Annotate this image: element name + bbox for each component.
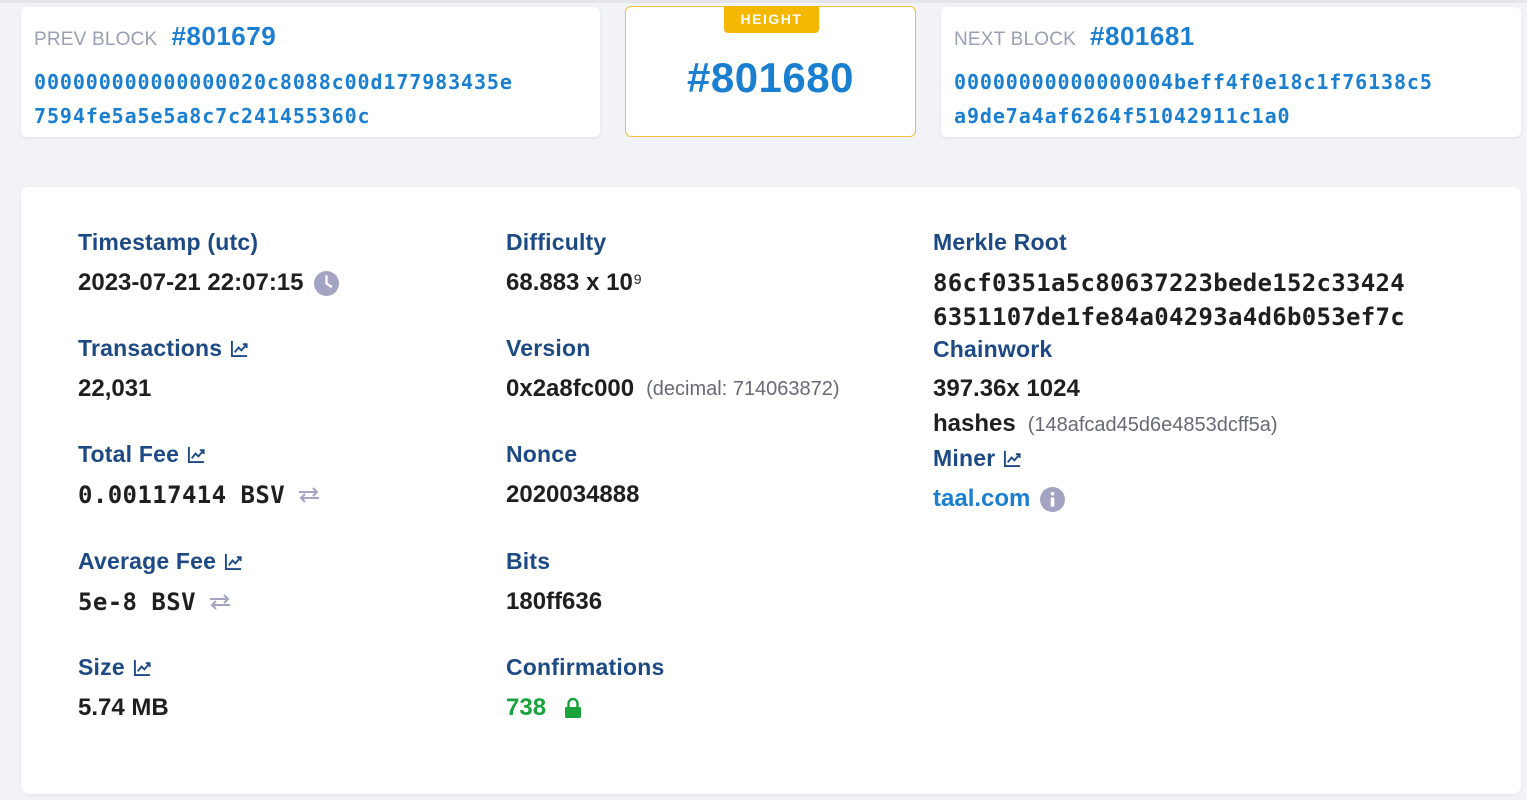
nonce-value: 2020034888	[506, 481, 640, 508]
chart-icon[interactable]	[187, 445, 206, 464]
transactions-field: Transactions 22,031	[78, 334, 249, 404]
difficulty-value: 68.883 x 10	[506, 269, 633, 296]
swap-icon[interactable]	[208, 593, 232, 611]
transactions-value: 22,031	[78, 375, 152, 402]
size-field: Size 5.74 MB	[78, 653, 169, 723]
transactions-label: Transactions	[78, 334, 223, 361]
nonce-field: Nonce 2020034888	[506, 440, 639, 510]
average-fee-value: 5e-8	[78, 588, 138, 616]
next-block-tag: NEXT BLOCK	[954, 29, 1077, 50]
total-fee-field: Total Fee 0.00117414 BSV	[78, 440, 321, 510]
bits-label: Bits	[506, 547, 551, 574]
total-fee-unit: BSV	[240, 481, 286, 509]
average-fee-label: Average Fee	[78, 547, 217, 574]
chainwork-unit: hashes	[933, 410, 1016, 437]
block-details-card: Timestamp (utc) 2023-07-21 22:07:15 Tran…	[21, 187, 1521, 794]
merkle-root-line1: 86cf0351a5c80637223bede152c33424	[933, 269, 1405, 297]
prev-block-hash-link[interactable]: 000000000000000020c8088c00d177983435e 75…	[34, 65, 594, 133]
average-fee-unit: BSV	[151, 588, 196, 616]
prev-block-hash-line2: 7594fe5a5e5a8c7c241455360c	[34, 104, 371, 128]
chart-icon[interactable]	[133, 658, 152, 677]
chart-icon[interactable]	[224, 552, 243, 571]
lock-icon	[565, 697, 582, 718]
clock-icon[interactable]	[313, 270, 339, 296]
prev-block-card[interactable]: PREV BLOCK #801679 000000000000000020c80…	[21, 7, 600, 137]
swap-icon[interactable]	[297, 486, 321, 504]
version-value: 0x2a8fc000	[506, 375, 635, 402]
total-fee-label: Total Fee	[78, 440, 180, 467]
version-decimal: (decimal: 714063872)	[646, 377, 840, 400]
nonce-label: Nonce	[506, 440, 578, 467]
chainwork-hex: (148afcad45d6e4853dcff5a)	[1027, 414, 1278, 436]
info-icon[interactable]	[1040, 486, 1066, 512]
next-block-number-link[interactable]: #801681	[1090, 21, 1195, 52]
bits-field: Bits 180ff636	[506, 547, 602, 617]
confirmations-field: Confirmations 738	[506, 653, 665, 723]
chart-icon[interactable]	[1003, 449, 1022, 468]
timestamp-label: Timestamp (utc)	[78, 228, 259, 255]
bits-value: 180ff636	[506, 588, 603, 615]
merkle-root-line2: 6351107de1fe84a04293a4d6b053ef7c	[933, 303, 1405, 331]
current-block-number: #801680	[686, 54, 854, 101]
top-divider	[0, 0, 1527, 3]
average-fee-field: Average Fee 5e-8 BSV	[78, 547, 243, 617]
version-label: Version	[506, 334, 591, 361]
merkle-root-label: Merkle Root	[933, 228, 1067, 255]
prev-block-number-link[interactable]: #801679	[171, 21, 276, 52]
chart-icon[interactable]	[230, 339, 249, 358]
next-block-card[interactable]: NEXT BLOCK #801681 00000000000000004beff…	[941, 7, 1521, 137]
difficulty-field: Difficulty 68.883 x 10 9	[506, 228, 642, 298]
miner-link[interactable]: taal.com	[933, 485, 1030, 513]
prev-block-hash-line1: 000000000000000020c8088c00d177983435e	[34, 70, 513, 94]
timestamp-value: 2023-07-21 22:07:15	[78, 269, 304, 296]
difficulty-exponent: 9	[633, 271, 642, 287]
chainwork-label: Chainwork	[933, 335, 1053, 362]
version-field: Version 0x2a8fc000 (decimal: 714063872)	[506, 334, 840, 404]
prev-block-tag: PREV BLOCK	[34, 29, 158, 50]
miner-label: Miner	[933, 444, 996, 471]
next-block-hash-line2: a9de7a4af6264f51042911c1a0	[954, 104, 1291, 128]
total-fee-value: 0.00117414	[78, 481, 227, 509]
size-value: 5.74 MB	[78, 694, 169, 721]
confirmations-label: Confirmations	[506, 653, 665, 680]
height-badge: HEIGHT	[724, 6, 819, 33]
chainwork-field: Chainwork 397.36x 1024 hashes (148afcad4…	[933, 335, 1278, 443]
size-label: Size	[78, 653, 125, 680]
timestamp-field: Timestamp (utc) 2023-07-21 22:07:15	[78, 228, 339, 298]
current-height-card: HEIGHT #801680	[625, 6, 916, 137]
merkle-root-field: Merkle Root 86cf0351a5c80637223bede152c3…	[933, 228, 1405, 334]
confirmations-value: 738	[506, 694, 547, 721]
next-block-hash-line1: 00000000000000004beff4f0e18c1f76138c5	[954, 70, 1433, 94]
miner-field: Miner taal.com	[933, 444, 1066, 514]
next-block-hash-link[interactable]: 00000000000000004beff4f0e18c1f76138c5 a9…	[954, 65, 1514, 133]
chainwork-value: 397.36x 1024	[933, 375, 1080, 402]
difficulty-label: Difficulty	[506, 228, 607, 255]
